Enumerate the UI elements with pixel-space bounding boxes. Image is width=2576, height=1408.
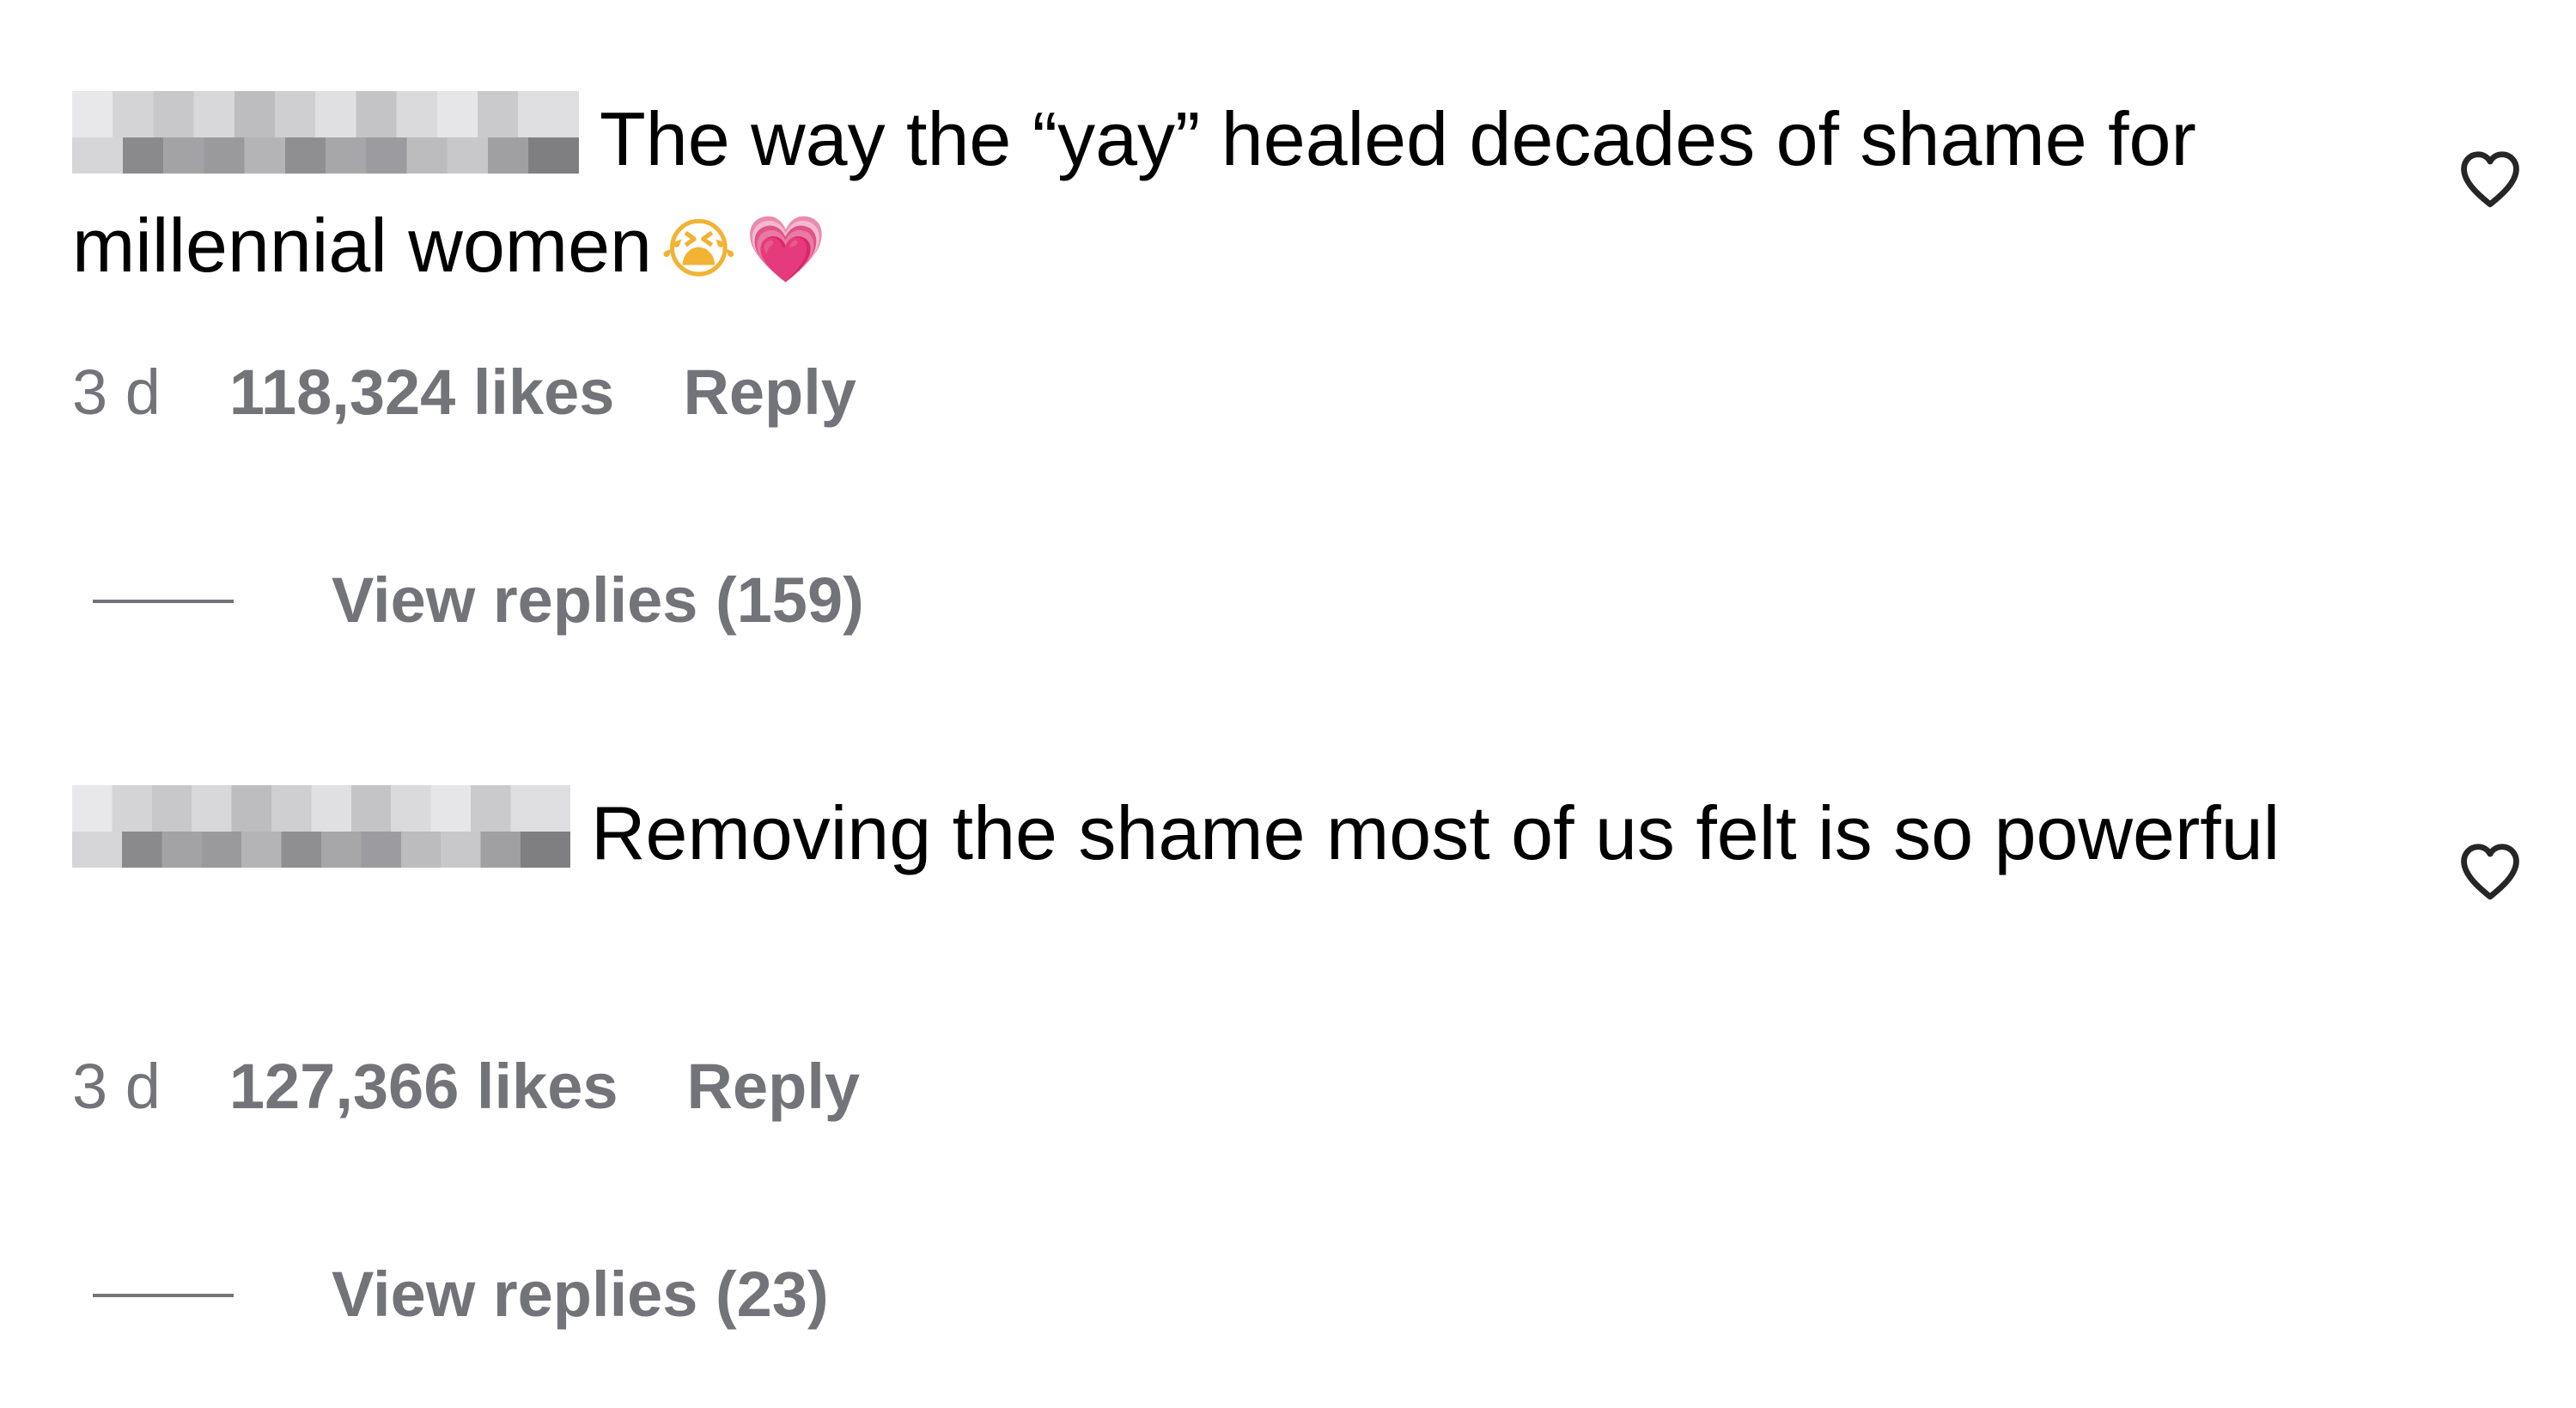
view-replies-button[interactable]: View replies (23) [93,1256,952,1333]
replies-divider-line [93,1294,234,1297]
username-redacted[interactable] [72,91,579,174]
view-replies-button[interactable]: View replies (159) [93,562,952,639]
comment-text-block: Removing the shame most of us felt is so… [72,780,2391,887]
comment-timestamp: 3 d [72,1051,161,1122]
like-button[interactable] [2453,833,2527,907]
heart-outline-icon [2453,833,2527,907]
comments-list: The way the “yay” healed decades of sham… [0,0,2576,1408]
loudly-crying-face-emoji: 😭 [660,210,737,287]
comment-timestamp: 3 d [72,357,161,428]
comment-likes-count[interactable]: 118,324 likes [229,354,615,431]
heart-outline-icon [2453,141,2527,215]
reply-button[interactable]: Reply [687,1048,861,1125]
comment-meta: 3 d 127,366 likes Reply [72,1048,860,1125]
view-replies-label: View replies (23) [332,1259,829,1330]
comment-meta: 3 d 118,324 likes Reply [72,354,856,431]
comment-text-block: The way the “yay” healed decades of sham… [72,86,2391,302]
like-button[interactable] [2453,141,2527,215]
comment-likes-count[interactable]: 127,366 likes [229,1048,618,1125]
growing-heart-emoji: 💗 [745,210,827,287]
view-replies-label: View replies (159) [332,564,864,636]
comment-text: Removing the shame most of us felt is so… [591,790,2281,875]
reply-button[interactable]: Reply [683,354,856,431]
username-redacted[interactable] [72,785,570,868]
replies-divider-line [93,600,234,603]
